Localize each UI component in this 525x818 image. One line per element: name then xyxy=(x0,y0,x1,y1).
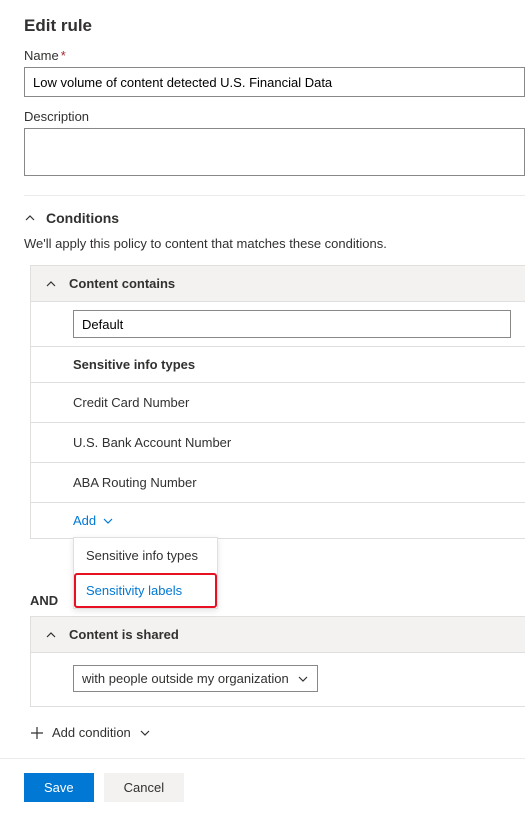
footer: Save Cancel xyxy=(24,773,525,818)
add-condition-button[interactable]: Add condition xyxy=(30,725,525,740)
chevron-up-icon xyxy=(45,278,57,290)
sensitive-info-types-label: Sensitive info types xyxy=(31,347,525,383)
chevron-down-icon xyxy=(139,727,151,739)
default-input[interactable] xyxy=(73,310,511,338)
list-item: ABA Routing Number xyxy=(31,463,525,503)
chevron-up-icon xyxy=(24,212,36,224)
page-title: Edit rule xyxy=(24,16,525,36)
save-button[interactable]: Save xyxy=(24,773,94,802)
chevron-down-icon xyxy=(297,673,309,685)
content-shared-title: Content is shared xyxy=(69,627,179,642)
add-dropdown-menu: Sensitive info types Sensitivity labels xyxy=(73,537,218,609)
add-row: Add Sensitive info types Sensitivity lab… xyxy=(31,503,525,538)
dropdown-item-sensitivity-labels[interactable]: Sensitivity labels xyxy=(74,573,217,608)
plus-icon xyxy=(30,726,44,740)
chevron-up-icon xyxy=(45,629,57,641)
cancel-button[interactable]: Cancel xyxy=(104,773,184,802)
list-item: Credit Card Number xyxy=(31,383,525,423)
content-shared-body: with people outside my organization xyxy=(31,653,525,706)
add-button[interactable]: Add xyxy=(73,513,114,528)
shared-scope-select[interactable]: with people outside my organization xyxy=(73,665,318,692)
list-item: U.S. Bank Account Number xyxy=(31,423,525,463)
default-row xyxy=(31,302,525,347)
content-contains-block: Content contains Sensitive info types Cr… xyxy=(30,265,525,539)
description-field[interactable] xyxy=(24,128,525,176)
name-label: Name* xyxy=(24,48,525,63)
content-shared-block: Content is shared with people outside my… xyxy=(30,616,525,707)
chevron-down-icon xyxy=(102,515,114,527)
description-label: Description xyxy=(24,109,525,124)
content-contains-header[interactable]: Content contains xyxy=(31,266,525,302)
content-contains-title: Content contains xyxy=(69,276,175,291)
required-asterisk: * xyxy=(61,48,66,63)
content-shared-header[interactable]: Content is shared xyxy=(31,617,525,653)
name-field[interactable] xyxy=(24,67,525,97)
conditions-section-header[interactable]: Conditions xyxy=(24,210,525,226)
footer-divider xyxy=(0,758,525,759)
conditions-description: We'll apply this policy to content that … xyxy=(24,236,525,251)
divider xyxy=(24,195,525,196)
conditions-title: Conditions xyxy=(46,210,119,226)
dropdown-item-sit[interactable]: Sensitive info types xyxy=(74,538,217,573)
